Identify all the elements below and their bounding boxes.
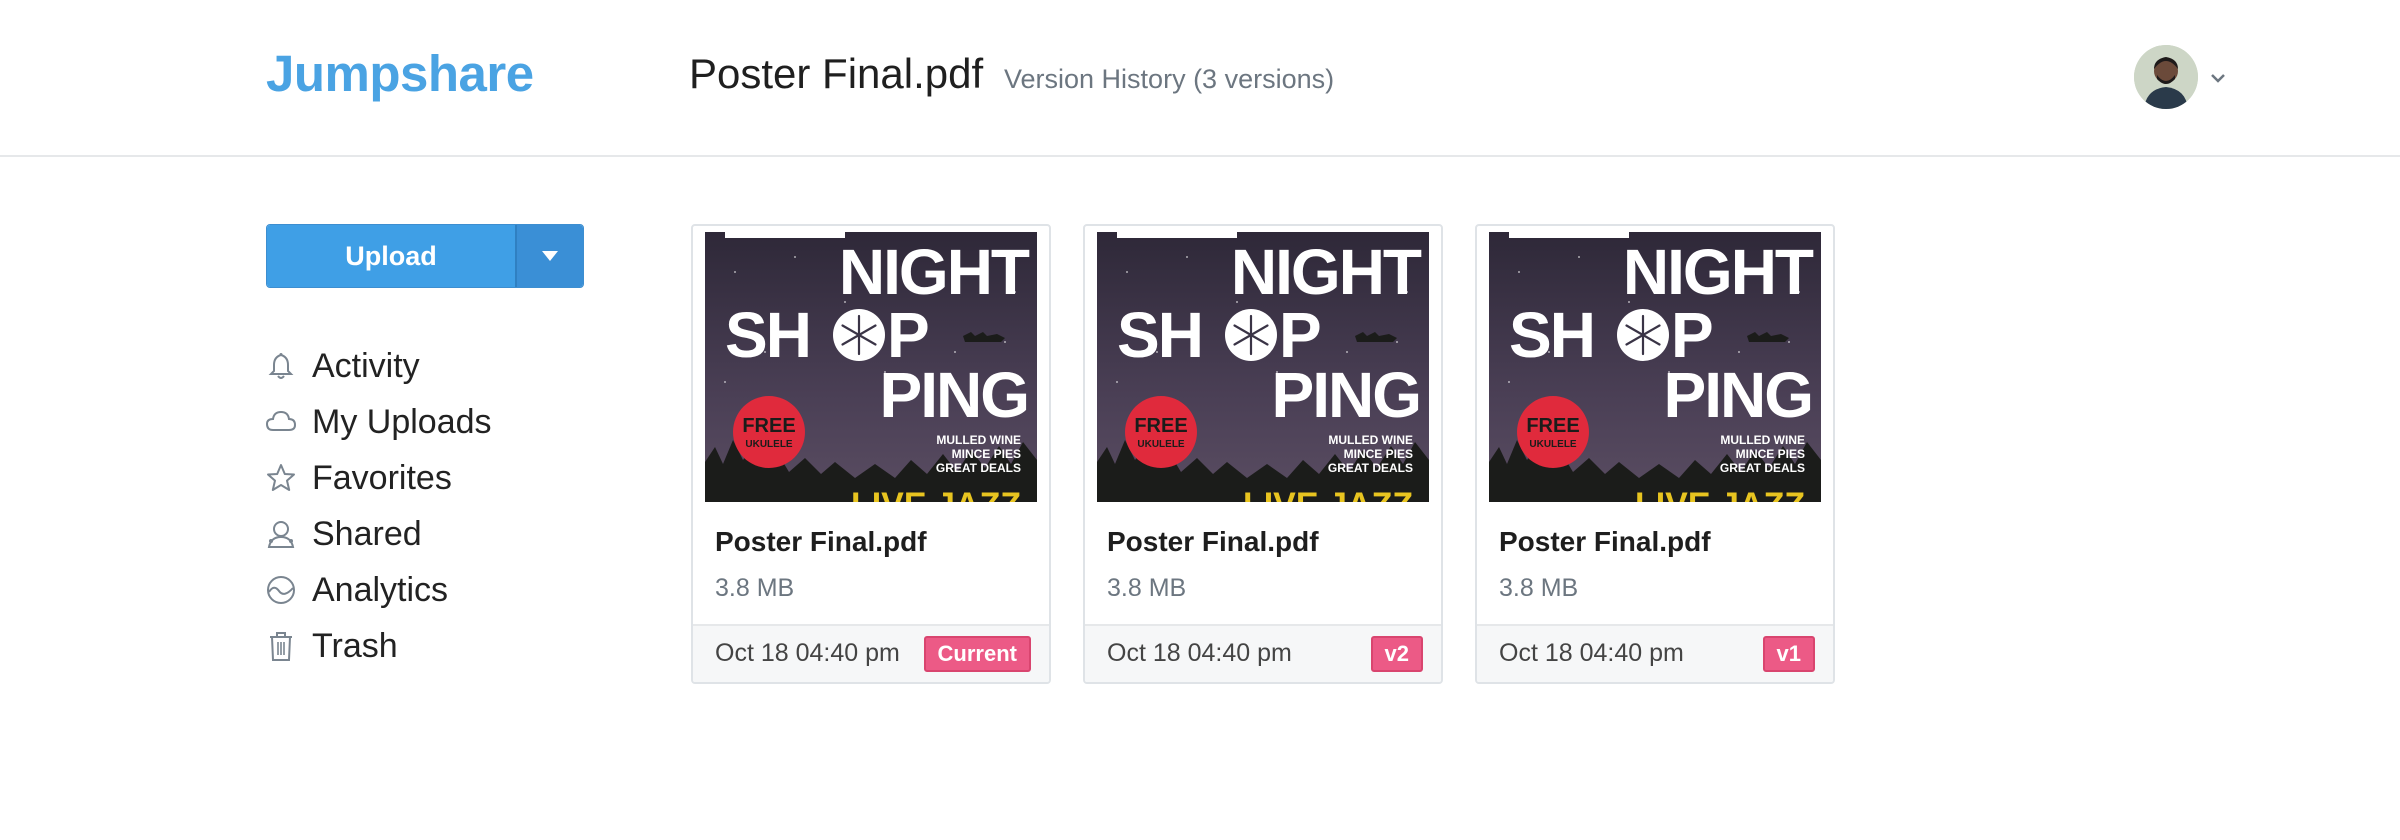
sidebar-item-analytics[interactable]: Analytics xyxy=(264,562,492,618)
svg-text:SH: SH xyxy=(1117,299,1202,371)
svg-text:LIVE JAZZ: LIVE JAZZ xyxy=(1635,486,1805,502)
sidebar-item-label: Analytics xyxy=(312,570,449,609)
caret-down-icon xyxy=(542,251,558,261)
version-card[interactable]: NIGHT SH P PING FREE UKULELE MULLED WINE… xyxy=(691,224,1051,684)
svg-text:MINCE PIES: MINCE PIES xyxy=(1344,447,1413,461)
sidebar-item-trash[interactable]: Trash xyxy=(264,618,492,674)
file-name[interactable]: Poster Final.pdf xyxy=(1499,526,1711,558)
svg-text:FREE: FREE xyxy=(742,415,795,437)
file-size: 3.8 MB xyxy=(1107,574,1187,602)
svg-text:PING: PING xyxy=(1664,359,1812,431)
upload-date: Oct 18 04:40 pm xyxy=(1107,639,1292,667)
version-card[interactable]: NIGHT SH P PING FREE UKULELE MULLED WINE… xyxy=(1475,224,1835,684)
svg-text:FREE: FREE xyxy=(1526,415,1579,437)
version-badge: v1 xyxy=(1762,636,1815,672)
svg-text:UKULELE: UKULELE xyxy=(1529,439,1577,450)
chevron-down-icon[interactable] xyxy=(2208,68,2228,88)
svg-text:LIVE JAZZ: LIVE JAZZ xyxy=(1243,486,1413,502)
svg-text:MULLED WINE: MULLED WINE xyxy=(1328,433,1413,447)
svg-text:FREE: FREE xyxy=(1134,415,1187,437)
poster-thumbnail: NIGHT SH P PING FREE UKULELE MULLED WINE… xyxy=(1489,232,1821,502)
svg-text:MINCE PIES: MINCE PIES xyxy=(952,447,1021,461)
bell-icon xyxy=(264,349,298,383)
sidebar-item-activity[interactable]: Activity xyxy=(264,338,492,394)
svg-text:MULLED WINE: MULLED WINE xyxy=(936,433,1021,447)
svg-text:SH: SH xyxy=(725,299,810,371)
file-size: 3.8 MB xyxy=(1499,574,1579,602)
svg-text:SH: SH xyxy=(1509,299,1594,371)
upload-button[interactable]: Upload xyxy=(267,225,517,287)
svg-text:PING: PING xyxy=(880,359,1028,431)
sidebar-item-my-uploads[interactable]: My Uploads xyxy=(264,394,492,450)
upload-dropdown-button[interactable] xyxy=(517,225,583,287)
sidebar-item-label: Shared xyxy=(312,514,422,553)
card-footer: Oct 18 04:40 pm v2 xyxy=(1085,624,1441,682)
svg-text:MINCE PIES: MINCE PIES xyxy=(1736,447,1805,461)
upload-button-group: Upload xyxy=(266,224,584,288)
svg-text:NIGHT: NIGHT xyxy=(1231,236,1422,308)
svg-text:LIVE JAZZ: LIVE JAZZ xyxy=(851,486,1021,502)
top-header: Jumpshare Poster Final.pdf Version Histo… xyxy=(0,0,2400,157)
trash-icon xyxy=(264,629,298,663)
sidebar-nav: Activity My Uploads Favorites Shared Ana… xyxy=(264,338,492,674)
sidebar-item-label: My Uploads xyxy=(312,402,492,441)
shared-user-icon xyxy=(264,517,298,551)
star-icon xyxy=(264,461,298,495)
file-name[interactable]: Poster Final.pdf xyxy=(715,526,927,558)
svg-text:UKULELE: UKULELE xyxy=(745,439,793,450)
svg-text:GREAT DEALS: GREAT DEALS xyxy=(1720,461,1805,475)
svg-text:NIGHT: NIGHT xyxy=(1623,236,1814,308)
file-size: 3.8 MB xyxy=(715,574,795,602)
upload-date: Oct 18 04:40 pm xyxy=(715,639,900,667)
svg-text:PING: PING xyxy=(1272,359,1420,431)
svg-text:NIGHT: NIGHT xyxy=(839,236,1030,308)
page-title: Poster Final.pdf xyxy=(689,50,984,97)
version-badge: Current xyxy=(923,636,1031,672)
svg-text:MULLED WINE: MULLED WINE xyxy=(1720,433,1805,447)
user-avatar[interactable] xyxy=(2134,45,2198,109)
cloud-icon xyxy=(264,405,298,439)
sidebar-item-label: Favorites xyxy=(312,458,452,497)
poster-thumbnail: NIGHT SH P PING FREE UKULELE MULLED WINE… xyxy=(1097,232,1429,502)
card-footer: Oct 18 04:40 pm Current xyxy=(693,624,1049,682)
version-badge: v2 xyxy=(1370,636,1423,672)
version-card[interactable]: NIGHT SH P PING FREE UKULELE MULLED WINE… xyxy=(1083,224,1443,684)
svg-text:GREAT DEALS: GREAT DEALS xyxy=(936,461,1021,475)
sidebar-item-label: Trash xyxy=(312,626,398,665)
poster-thumbnail: NIGHT SH P PING FREE UKULELE MULLED WINE… xyxy=(705,232,1037,502)
file-name[interactable]: Poster Final.pdf xyxy=(1107,526,1319,558)
upload-date: Oct 18 04:40 pm xyxy=(1499,639,1684,667)
version-history-label: Version History (3 versions) xyxy=(1004,64,1335,94)
sidebar-item-label: Activity xyxy=(312,346,420,385)
analytics-icon xyxy=(264,573,298,607)
svg-text:UKULELE: UKULELE xyxy=(1137,439,1185,450)
jumpshare-logo[interactable]: Jumpshare xyxy=(266,44,534,103)
svg-text:GREAT DEALS: GREAT DEALS xyxy=(1328,461,1413,475)
sidebar-item-shared[interactable]: Shared xyxy=(264,506,492,562)
card-footer: Oct 18 04:40 pm v1 xyxy=(1477,624,1833,682)
sidebar-item-favorites[interactable]: Favorites xyxy=(264,450,492,506)
